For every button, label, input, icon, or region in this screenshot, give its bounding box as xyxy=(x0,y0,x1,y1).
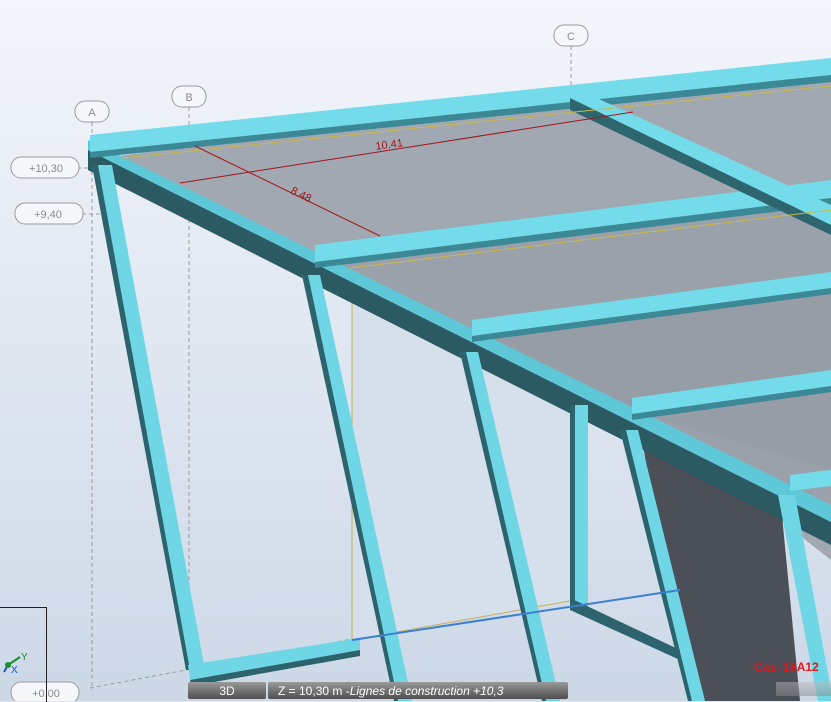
svg-text:+10,30: +10,30 xyxy=(29,163,63,175)
z-level-selector[interactable]: Z = 10,30 m - Lignes de construction +10… xyxy=(268,682,568,699)
corner-bar xyxy=(776,682,831,696)
svg-text:A: A xyxy=(88,107,96,119)
view-status-bar: 3D Z = 10,30 m - Lignes de construction … xyxy=(188,682,568,699)
axis-frame xyxy=(0,607,47,702)
level-marker[interactable]: +10,30 xyxy=(10,156,80,179)
z-level-detail: Lignes de construction +10,3 xyxy=(349,683,504,698)
grid-axis-c[interactable]: C xyxy=(553,24,589,47)
case-label: Cas: 16A12 xyxy=(754,660,819,674)
level-marker[interactable]: +9,40 xyxy=(14,202,84,225)
z-level-prefix: Z = 10,30 m - xyxy=(278,683,350,698)
svg-text:B: B xyxy=(185,92,192,104)
3d-viewport[interactable]: 10.41 8.48 A B C +10,30 +9,40 +0,00 Y X xyxy=(0,0,831,701)
grid-axis-a[interactable]: A xyxy=(74,100,110,123)
svg-text:C: C xyxy=(567,31,575,43)
view-mode-button[interactable]: 3D xyxy=(188,682,266,699)
grid-axis-b[interactable]: B xyxy=(171,85,207,108)
svg-text:+9,40: +9,40 xyxy=(34,209,62,221)
